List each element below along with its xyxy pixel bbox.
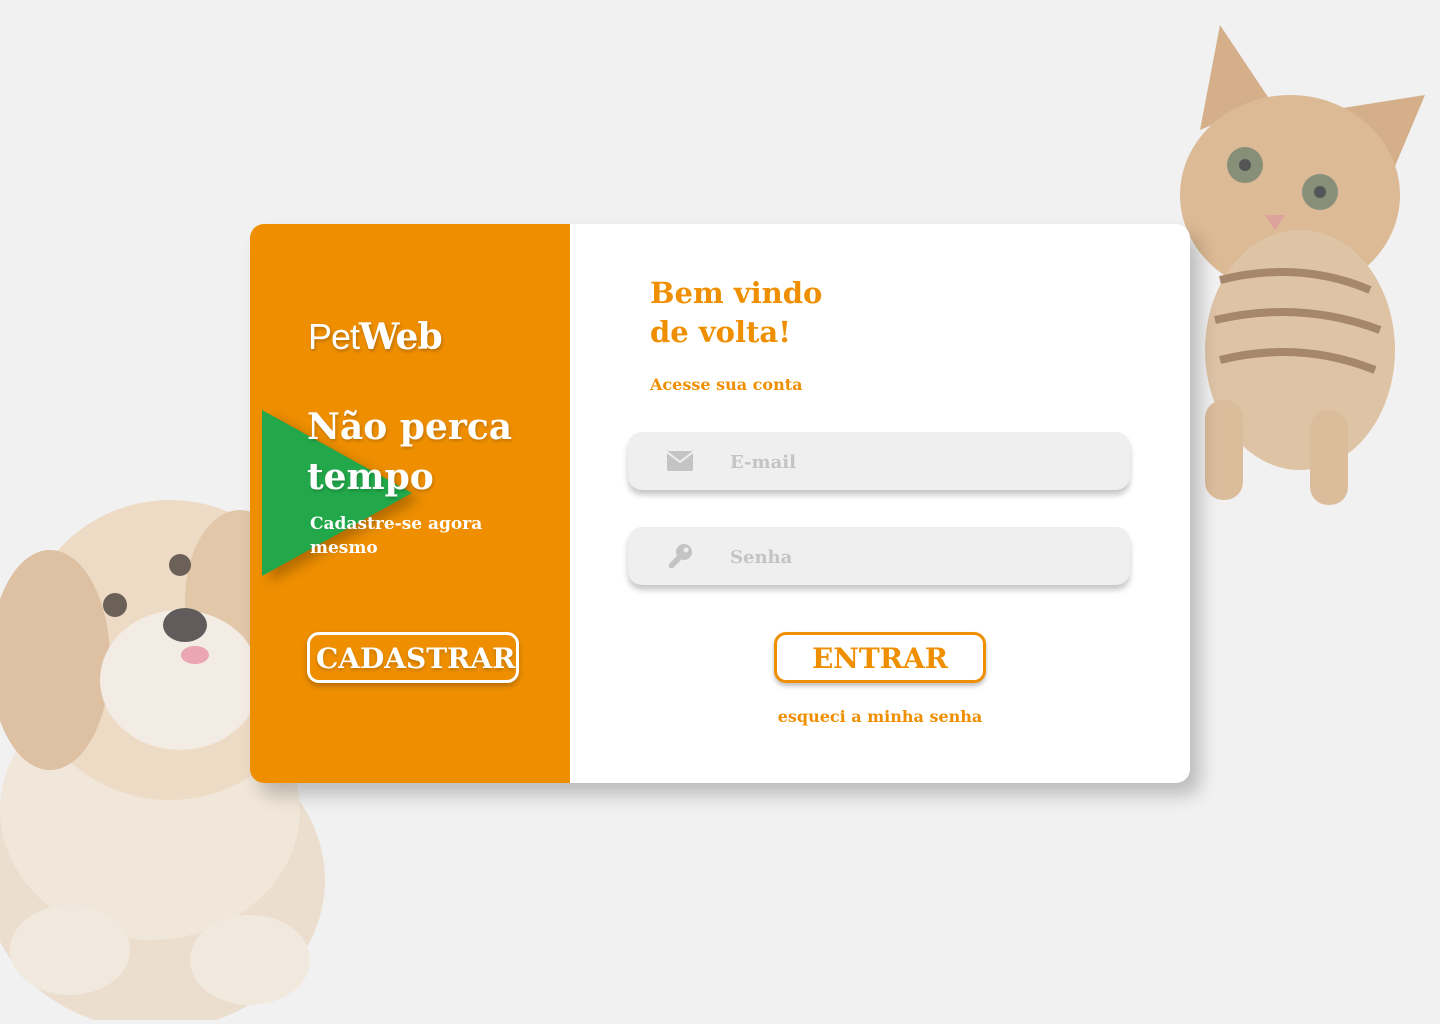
envelope-icon xyxy=(666,451,694,471)
email-field[interactable] xyxy=(628,432,1130,492)
promo-title: Não perca tempo xyxy=(307,406,513,498)
welcome-line-2: de volta! xyxy=(650,315,791,349)
key-icon xyxy=(669,544,692,568)
password-input[interactable] xyxy=(728,527,1112,587)
promo-subtitle: Cadastre-se agora mesmo xyxy=(310,514,483,558)
password-field[interactable] xyxy=(628,527,1130,587)
cat-image xyxy=(1180,25,1425,505)
logo-light-text: Pet xyxy=(308,316,360,357)
petweb-logo: PetWeb xyxy=(308,316,443,358)
signup-promo-panel: PetWeb Não perca tempo Cadastre-se agora… xyxy=(250,224,570,783)
welcome-heading: Bem vindo de volta! xyxy=(650,274,822,352)
login-button[interactable]: ENTRAR xyxy=(774,632,986,683)
email-input[interactable] xyxy=(728,432,1112,492)
login-card: PetWeb Não perca tempo Cadastre-se agora… xyxy=(250,224,1190,783)
welcome-line-1: Bem vindo xyxy=(650,276,823,310)
logo-bold-text: Web xyxy=(359,316,443,358)
access-account-label: Acesse sua conta xyxy=(650,375,803,394)
register-button[interactable]: CADASTRAR xyxy=(307,632,519,683)
forgot-password-link[interactable]: esqueci a minha senha xyxy=(730,707,1030,726)
login-page: PetWeb Não perca tempo Cadastre-se agora… xyxy=(0,0,1440,1024)
